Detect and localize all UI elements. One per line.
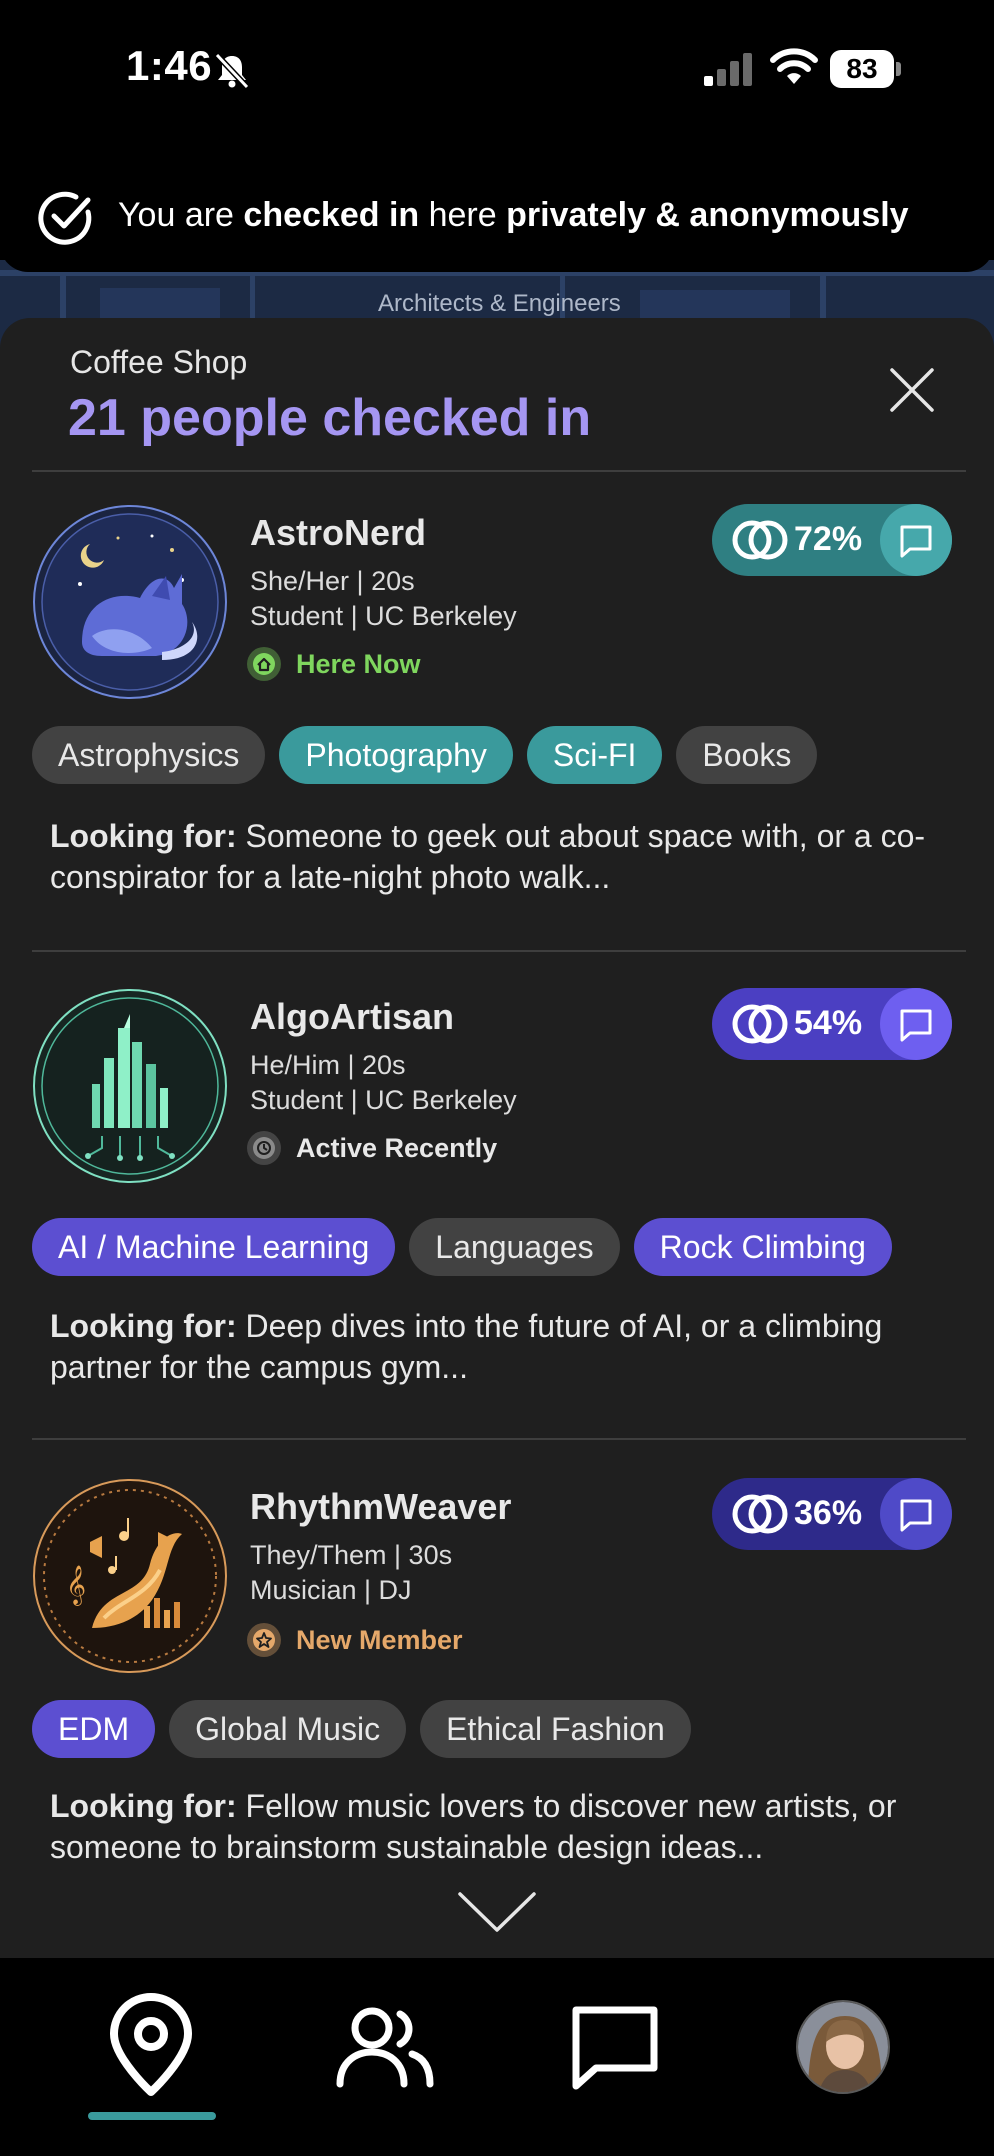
looking-for-label: Looking for: (50, 818, 237, 854)
checkin-banner: You are checked in here privately & anon… (0, 168, 994, 272)
battery-indicator: 83 (830, 50, 902, 88)
banner-text-mid: here (419, 196, 507, 234)
cellular-signal-icon (704, 53, 752, 86)
chat-bubble-icon (900, 1009, 932, 1042)
active-tab-indicator (88, 2112, 216, 2120)
match-rings-icon (732, 520, 788, 560)
match-score-pill[interactable]: 72% (712, 504, 952, 576)
presence-status: Here Now (246, 644, 421, 684)
silent-bell-icon (214, 52, 250, 90)
close-icon[interactable] (882, 360, 942, 420)
looking-for-text: Looking for: Someone to geek out about s… (50, 816, 950, 898)
venue-name: Coffee Shop (70, 344, 248, 380)
person-pronouns-age: He/Him | 20s (250, 1050, 406, 1080)
chat-icon[interactable] (560, 1992, 670, 2102)
banner-text-prefix: You are (118, 196, 244, 234)
banner-text-bold1: checked in (243, 196, 420, 234)
interest-tags: Astrophysics Photography Sci-FI Books (32, 726, 818, 784)
map-pin-icon[interactable] (96, 1992, 206, 2102)
chat-button[interactable] (880, 504, 952, 576)
match-percentage: 54% (794, 1004, 863, 1042)
bottom-nav (0, 1958, 994, 2156)
map-place-label: Architects & Engineers (378, 290, 621, 317)
presence-label: Here Now (296, 648, 421, 679)
match-percentage: 72% (794, 520, 863, 558)
person-name: AlgoArtisan (250, 996, 455, 1037)
person-pronouns-age: She/Her | 20s (250, 566, 415, 596)
battery-tip (896, 62, 901, 76)
presence-label: Active Recently (296, 1132, 498, 1163)
people-icon[interactable] (330, 1992, 440, 2102)
checked-in-count: 21 people checked in (68, 389, 592, 447)
divider (32, 950, 966, 952)
looking-for-text: Looking for: Deep dives into the future … (50, 1306, 950, 1388)
star-icon (247, 1623, 281, 1657)
avatar[interactable] (32, 504, 228, 700)
divider (32, 1438, 966, 1440)
match-rings-icon (732, 1494, 788, 1534)
battery-level: 83 (830, 50, 894, 88)
interest-tag[interactable]: Photography (279, 726, 513, 784)
person-name: AstroNerd (250, 512, 427, 553)
interest-tag[interactable]: Astrophysics (32, 726, 266, 784)
person-occupation: Student | UC Berkeley (250, 1085, 517, 1115)
match-score-pill[interactable]: 54% (712, 988, 952, 1060)
interest-tags: EDM Global Music Ethical Fashion (32, 1700, 691, 1758)
chat-button[interactable] (880, 988, 952, 1060)
app-screen: 1:46 83 Architects & Engineers You are c… (0, 0, 994, 2156)
match-percentage: 36% (794, 1494, 863, 1532)
looking-for-label: Looking for: (50, 1788, 237, 1824)
presence-label: New Member (296, 1624, 463, 1655)
wifi-icon (770, 48, 818, 84)
divider (32, 470, 966, 472)
interest-tags: AI / Machine Learning Languages Rock Cli… (32, 1218, 892, 1276)
presence-status: Active Recently (246, 1128, 497, 1168)
chevron-down-icon[interactable] (456, 1886, 538, 1938)
match-rings-icon (732, 1004, 788, 1044)
looking-for-label: Looking for: (50, 1308, 237, 1344)
interest-tag[interactable]: Languages (409, 1218, 620, 1276)
chat-button[interactable] (880, 1478, 952, 1550)
person-occupation: Student | UC Berkeley (250, 601, 517, 631)
chat-bubble-icon (900, 525, 932, 558)
person-occupation: Musician | DJ (250, 1575, 412, 1605)
checkin-message: You are checked in here privately & anon… (118, 196, 909, 235)
status-bar: 1:46 83 (0, 0, 994, 140)
checked-in-sheet: Coffee Shop 21 people checked in AstroNe… (0, 318, 994, 1958)
interest-tag[interactable]: Ethical Fashion (420, 1700, 691, 1758)
banner-text-bold2: privately & anonymously (506, 196, 909, 234)
interest-tag[interactable]: Global Music (169, 1700, 407, 1758)
svg-text:𝄞: 𝄞 (66, 1565, 86, 1606)
looking-for-text: Looking for: Fellow music lovers to disc… (50, 1786, 950, 1868)
interest-tag[interactable]: EDM (32, 1700, 156, 1758)
person-pronouns-age: They/Them | 30s (250, 1540, 453, 1570)
avatar[interactable]: 𝄞 (32, 1478, 228, 1674)
interest-tag[interactable]: Books (676, 726, 818, 784)
interest-tag[interactable]: Sci-FI (526, 726, 663, 784)
interest-tag[interactable]: Rock Climbing (633, 1218, 892, 1276)
chat-bubble-icon (900, 1499, 932, 1532)
person-name: RhythmWeaver (250, 1486, 512, 1527)
check-circle-icon (38, 191, 92, 245)
home-icon (247, 647, 281, 681)
interest-tag[interactable]: AI / Machine Learning (32, 1218, 396, 1276)
profile-avatar[interactable] (796, 2000, 890, 2094)
presence-status: New Member (246, 1620, 463, 1660)
clock-icon (247, 1131, 281, 1165)
avatar[interactable] (32, 988, 228, 1184)
status-time: 1:46 (126, 42, 213, 89)
match-score-pill[interactable]: 36% (712, 1478, 952, 1550)
